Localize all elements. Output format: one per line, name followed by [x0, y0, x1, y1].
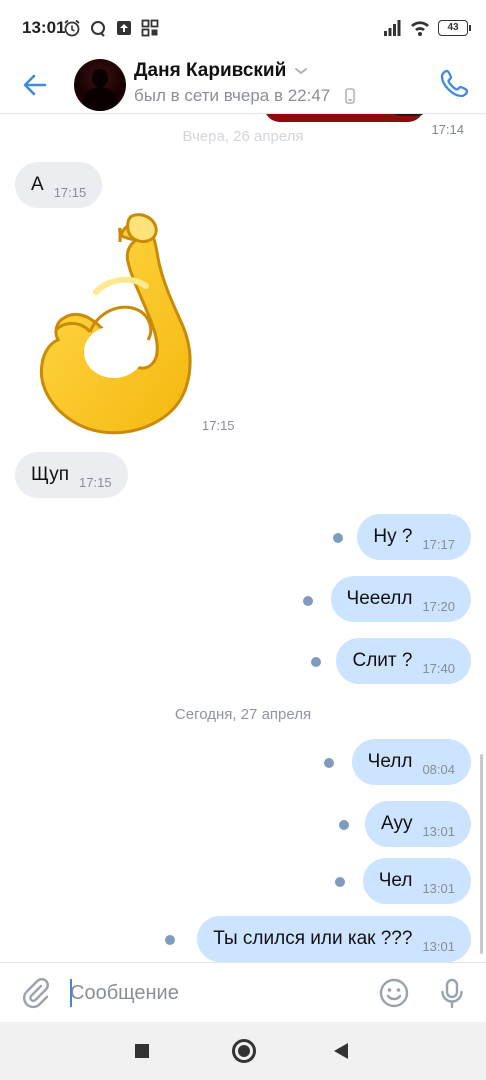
microphone-icon[interactable]	[436, 977, 468, 1009]
ok-hand-sticker[interactable]	[36, 212, 220, 444]
message-time: 17:20	[422, 598, 455, 614]
message-text: Ну ?	[373, 526, 413, 547]
status-time: 13:01	[22, 18, 66, 37]
home-button[interactable]	[232, 1039, 256, 1063]
mobile-device-icon	[345, 88, 355, 104]
recents-button[interactable]	[135, 1044, 149, 1058]
battery-icon: 43	[438, 20, 471, 36]
message-text: Слит ?	[352, 650, 413, 671]
message-time: 17:15	[79, 474, 112, 490]
paperclip-icon[interactable]	[20, 977, 52, 1009]
date-divider-yesterday: Вчера, 26 апреля	[182, 128, 304, 145]
sync-icon	[91, 21, 105, 37]
status-bar: 13:01 43	[0, 0, 486, 56]
text-caret	[70, 979, 72, 1007]
message-time: 17:17	[422, 536, 455, 552]
message-text: Щуп	[31, 464, 70, 485]
back-button[interactable]	[334, 1043, 348, 1059]
back-arrow-icon[interactable]	[18, 68, 52, 102]
chat-scrollbar[interactable]	[480, 754, 483, 954]
chat-header: Даня Каривский был в сети вчера в 22:47	[0, 56, 486, 114]
outgoing-message[interactable]: Чел 13:01	[362, 858, 471, 904]
outgoing-message[interactable]: Челл 08:04	[351, 739, 471, 785]
phone-icon[interactable]	[438, 66, 472, 100]
signal-icon	[384, 20, 401, 36]
incoming-message[interactable]: Щуп 17:15	[15, 452, 128, 498]
avatar-silhouette-head	[92, 69, 108, 87]
message-time: 13:01	[422, 880, 455, 896]
message-text: Ты слился или как ???	[213, 928, 413, 949]
unread-indicator	[311, 657, 321, 667]
avatar-silhouette-body	[82, 87, 118, 111]
message-time: 17:40	[422, 660, 455, 676]
message-time: 13:01	[422, 938, 455, 954]
outgoing-message[interactable]: Чееелл 17:20	[330, 576, 471, 622]
system-navbar	[0, 1022, 486, 1080]
status-left-icons	[62, 18, 160, 38]
date-divider-today: Сегодня, 27 апреля	[174, 706, 312, 723]
contact-last-seen: был в сети вчера в 22:47	[134, 86, 331, 105]
message-text: Чел	[378, 870, 413, 891]
unread-indicator	[335, 877, 345, 887]
message-text: Ауу	[380, 813, 413, 834]
unread-indicator	[324, 758, 334, 768]
outgoing-message[interactable]: Слит ? 17:40	[336, 638, 471, 684]
previous-photo-message[interactable]	[264, 114, 426, 122]
unread-indicator	[339, 820, 349, 830]
outgoing-message[interactable]: Ну ? 17:17	[357, 514, 471, 560]
unread-indicator	[303, 596, 313, 606]
message-input[interactable]	[70, 975, 360, 1011]
message-text: Челл	[367, 751, 413, 772]
upload-icon	[117, 21, 131, 35]
contact-name[interactable]: Даня Каривский	[134, 60, 286, 82]
outgoing-message[interactable]: Ты слился или как ??? 13:01	[197, 916, 471, 962]
message-composer	[0, 962, 486, 1022]
avatar[interactable]	[74, 59, 126, 111]
message-time: 17:15	[53, 184, 87, 200]
message-text: Чееелл	[346, 588, 413, 609]
message-time: 13:01	[422, 823, 455, 839]
unread-indicator	[165, 935, 175, 945]
wifi-icon	[411, 21, 429, 36]
smile-icon[interactable]	[378, 977, 410, 1009]
unread-indicator	[333, 533, 343, 543]
incoming-message[interactable]: А 17:15	[15, 162, 103, 208]
message-time: 08:04	[422, 761, 455, 777]
chevron-down-icon[interactable]	[294, 64, 308, 78]
message-list[interactable]: 17:14 Вчера, 26 апреля А 17:15 17:15 Щуп…	[0, 114, 486, 962]
message-text: А	[31, 174, 44, 195]
apps-icon	[141, 19, 159, 37]
alarm-icon	[64, 19, 80, 37]
status-right-icons: 43	[382, 18, 471, 38]
outgoing-message[interactable]: Ауу 13:01	[364, 801, 471, 847]
sticker-time: 17:15	[202, 418, 235, 433]
